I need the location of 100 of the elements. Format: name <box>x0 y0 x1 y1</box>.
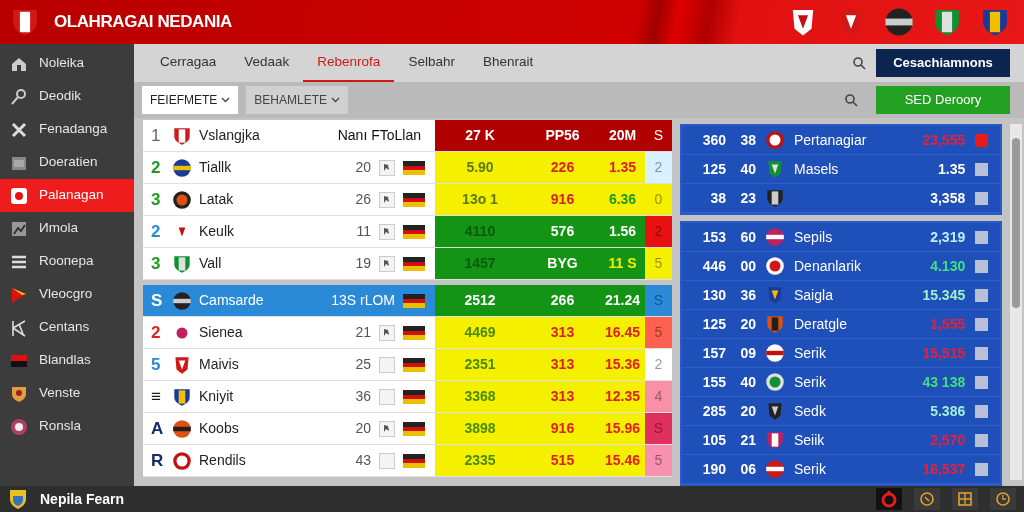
team-name: Deratgle <box>793 314 848 334</box>
sidebar-item[interactable]: Rooпepa <box>0 245 134 278</box>
tab[interactable]: Bhenrait <box>468 44 548 82</box>
checkbox[interactable] <box>975 288 989 302</box>
status-button[interactable] <box>914 488 940 510</box>
checkbox[interactable] <box>975 259 989 273</box>
stat-value: 3368 <box>464 387 496 406</box>
table-row[interactable]: 3 Latak 26 <box>143 184 435 215</box>
scrollbar[interactable] <box>1010 124 1022 480</box>
points-value: 157 <box>701 343 726 363</box>
flag-icon <box>403 453 425 468</box>
sidebar-item[interactable]: Ronsla <box>0 410 134 443</box>
sidebar-item[interactable]: Vleocgro <box>0 278 134 311</box>
search-icon[interactable] <box>844 92 858 107</box>
status-icon <box>994 490 1012 508</box>
checkbox[interactable] <box>975 317 989 331</box>
points-value: 125 <box>701 159 726 179</box>
sidebar-item[interactable]: Иmola <box>0 212 134 245</box>
score-value: 1,555 <box>930 314 967 334</box>
status-button[interactable] <box>876 488 902 510</box>
flag-icon <box>403 256 425 271</box>
table-row[interactable]: 2 Tiallk 20 <box>143 152 435 183</box>
status-value: 5 <box>645 445 672 476</box>
crest-icon <box>764 255 786 277</box>
number-label: 20 <box>355 158 372 177</box>
table-row[interactable]: R Rendils 43 <box>143 445 435 476</box>
checkbox[interactable] <box>975 133 989 147</box>
status-value: 5 <box>645 248 672 279</box>
action-button[interactable]: Cesachiamnons <box>876 48 1010 77</box>
crest-icon <box>764 429 786 451</box>
score-value: 15.345 <box>922 285 967 305</box>
stat-value: 15.96 <box>604 419 640 438</box>
status-value: 5 <box>645 317 672 348</box>
table-row[interactable]: A Koobs 20 <box>143 413 435 444</box>
status-button[interactable] <box>990 488 1016 510</box>
team-name: Maivis <box>199 355 240 374</box>
crest-icon <box>764 129 786 151</box>
team-name: Vslangjka <box>199 126 261 145</box>
checkbox[interactable] <box>975 346 989 360</box>
checkbox[interactable] <box>975 375 989 389</box>
crest-icon <box>764 458 786 480</box>
team-name: Seiik <box>793 430 826 450</box>
crest-icon <box>764 371 786 393</box>
tab[interactable]: Cerragaa <box>146 44 231 82</box>
checkbox[interactable] <box>975 433 989 447</box>
table-row[interactable]: S Camsarde 13S rLOM <box>143 285 435 316</box>
table-row[interactable]: ≡ Kniyit 36 <box>143 381 435 412</box>
flag-icon <box>403 224 425 239</box>
rank-label: 3 <box>151 252 161 275</box>
number-label: 20 <box>355 419 372 438</box>
checkbox[interactable] <box>975 462 989 476</box>
sidebar-item[interactable]: Deodik <box>0 80 134 113</box>
flag-icon <box>403 389 425 404</box>
number-label: 25 <box>355 355 372 374</box>
tab[interactable]: Selbahr <box>394 44 469 82</box>
team-name: Serik <box>793 372 827 392</box>
status-value: S <box>645 413 672 444</box>
score-value: 1.35 <box>937 159 967 179</box>
sidebar-item[interactable]: Palanagan <box>0 179 134 212</box>
rank-label: A <box>151 417 164 440</box>
table-row[interactable]: 5 Maivis 25 <box>143 349 435 380</box>
stat-value: 1457 <box>464 254 496 273</box>
sidebar-item[interactable]: Doeratien <box>0 146 134 179</box>
points-value: 38 <box>709 188 726 208</box>
checkbox[interactable] <box>975 404 989 418</box>
stat-value: 21.24 <box>604 291 640 310</box>
flag-icon <box>403 421 425 436</box>
rank-label: 2 <box>151 321 161 344</box>
flag-icon <box>403 357 425 372</box>
tab[interactable]: Vedaak <box>230 44 304 82</box>
checkbox[interactable] <box>975 191 989 205</box>
stat-value: 15.46 <box>604 451 640 470</box>
sidebar-item[interactable]: Centans <box>0 311 134 344</box>
points-value: 130 <box>701 285 726 305</box>
sidebar-item[interactable]: Venste <box>0 377 134 410</box>
flag-icon <box>403 325 425 340</box>
sidebar-icon <box>9 86 29 107</box>
checkbox[interactable] <box>975 162 989 176</box>
goals-value: 20 <box>739 401 756 421</box>
stat-value: 313 <box>550 355 575 374</box>
rank-label: 2 <box>151 220 161 243</box>
filter-dropdown[interactable]: FEIEFMETE <box>142 85 239 114</box>
goals-value: 20 <box>739 314 756 334</box>
team-name: Rendils <box>199 451 247 470</box>
sidebar-item[interactable]: Noleika <box>0 47 134 80</box>
sidebar-item[interactable]: Fenadanga <box>0 113 134 146</box>
checkbox[interactable] <box>975 230 989 244</box>
table-row[interactable]: 3 Vall 19 <box>143 248 435 279</box>
table-row[interactable]: 2 Sienea 21 <box>143 317 435 348</box>
search-icon[interactable] <box>852 55 866 70</box>
stat-value: 1.35 <box>608 158 637 177</box>
filter-dropdown[interactable]: BEHAMLETE <box>246 85 349 114</box>
team-name: Sepils <box>793 227 834 247</box>
crest-icon <box>171 417 193 440</box>
status-button[interactable] <box>952 488 978 510</box>
crest-icon <box>171 188 193 211</box>
crest-icon <box>171 289 193 312</box>
crest-icon <box>171 156 193 179</box>
sidebar-item[interactable]: Blandlas <box>0 344 134 377</box>
table-row[interactable]: 2 Keulk 11 <box>143 216 435 247</box>
